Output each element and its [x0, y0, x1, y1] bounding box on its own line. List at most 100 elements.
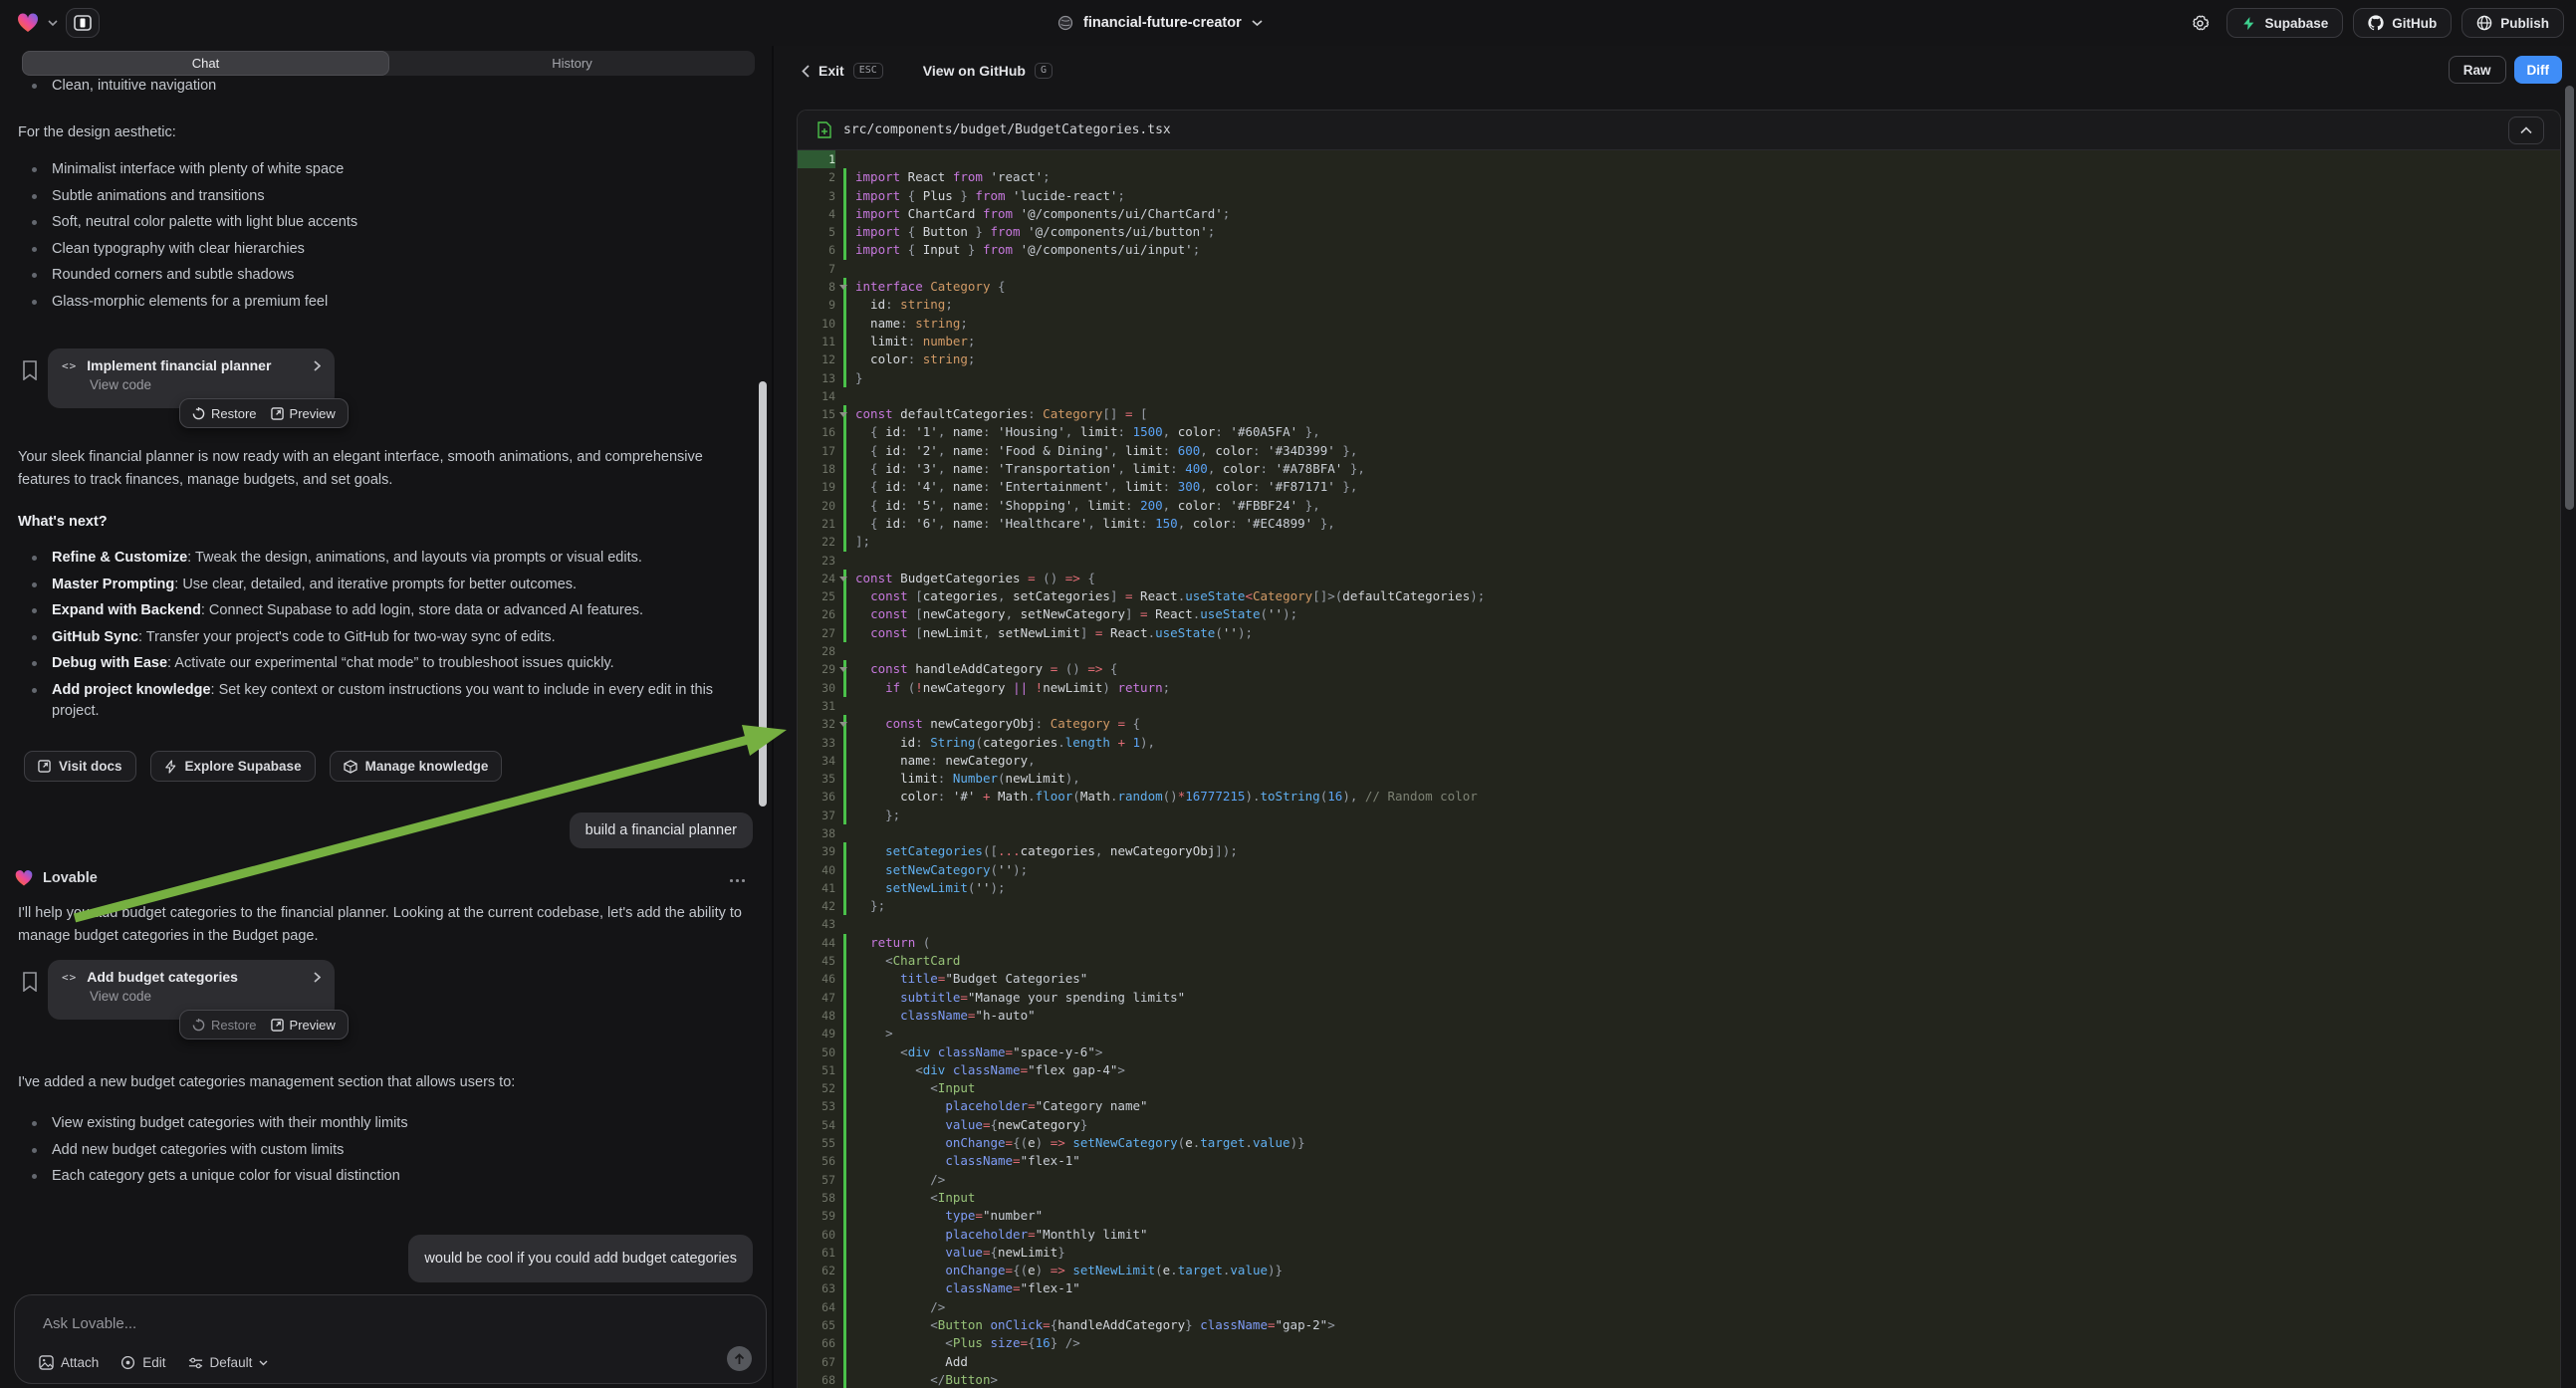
exit-button[interactable]: Exit ESC — [802, 63, 883, 79]
line-number: 43 — [798, 915, 835, 933]
knowledge-box-icon — [344, 760, 357, 774]
line-number: 8 — [798, 278, 835, 296]
code-icon: <> — [62, 359, 77, 372]
toggle-sidebar-button[interactable] — [66, 8, 100, 38]
mode-select[interactable]: Default — [188, 1355, 269, 1370]
code-line: 47 subtitle="Manage your spending limits… — [798, 989, 2560, 1007]
manage-knowledge-button[interactable]: Manage knowledge — [330, 751, 503, 782]
fold-caret-icon[interactable] — [839, 412, 847, 417]
line-number: 32 — [798, 715, 835, 733]
tab-history[interactable]: History — [389, 51, 755, 76]
line-number: 65 — [798, 1316, 835, 1334]
line-number: 14 — [798, 387, 835, 405]
chat-scrollbar[interactable] — [759, 381, 767, 807]
bookmark-icon[interactable] — [22, 360, 38, 380]
publish-button[interactable]: Publish — [2461, 8, 2564, 38]
code-line: 45 <ChartCard — [798, 952, 2560, 970]
g-shortcut-badge: G — [1035, 63, 1053, 79]
line-number: 48 — [798, 1007, 835, 1025]
prompt-input-box[interactable]: Ask Lovable... Attach Edit Default — [14, 1294, 767, 1384]
line-number: 42 — [798, 897, 835, 915]
line-number: 13 — [798, 369, 835, 387]
file-header[interactable]: src/components/budget/BudgetCategories.t… — [798, 111, 2560, 150]
message-menu-button[interactable] — [730, 878, 748, 882]
list-item: Soft, neutral color palette with light b… — [24, 212, 759, 233]
user-message-bubble: build a financial planner — [570, 812, 753, 848]
code-line: 44 return ( — [798, 934, 2560, 952]
tab-chat[interactable]: Chat — [22, 51, 389, 76]
restore-icon — [192, 407, 205, 420]
fold-caret-icon[interactable] — [839, 667, 847, 672]
code-line: 5import { Button } from '@/components/ui… — [798, 223, 2560, 241]
explore-supabase-button[interactable]: Explore Supabase — [150, 751, 316, 782]
code-line: 66 <Plus size={16} /> — [798, 1334, 2560, 1352]
prompt-placeholder: Ask Lovable... — [43, 1315, 136, 1332]
code-line: 63 className="flex-1" — [798, 1279, 2560, 1297]
line-number: 61 — [798, 1244, 835, 1262]
supabase-icon — [2241, 16, 2256, 31]
line-number: 23 — [798, 552, 835, 570]
code-line: 59 type="number" — [798, 1207, 2560, 1225]
restore-button[interactable]: Restore — [192, 406, 257, 421]
line-number: 51 — [798, 1061, 835, 1079]
line-number: 16 — [798, 423, 835, 441]
supabase-button[interactable]: Supabase — [2226, 8, 2343, 38]
list-item: GitHub Sync: Transfer your project's cod… — [24, 627, 759, 648]
preview-button[interactable]: Preview — [271, 406, 336, 421]
code-line: 61 value={newLimit} — [798, 1244, 2560, 1262]
fold-caret-icon[interactable] — [839, 285, 847, 290]
collapse-file-button[interactable] — [2508, 116, 2544, 144]
line-number: 29 — [798, 660, 835, 678]
fold-caret-icon[interactable] — [839, 722, 847, 727]
publish-globe-icon — [2476, 15, 2492, 31]
code-line: 34 name: newCategory, — [798, 752, 2560, 770]
code-line: 54 value={newCategory} — [798, 1116, 2560, 1134]
chevron-right-icon — [314, 360, 321, 371]
line-number: 41 — [798, 879, 835, 897]
view-code-link[interactable]: View code — [48, 373, 335, 392]
list-item: Refine & Customize: Tweak the design, an… — [24, 548, 759, 569]
fold-caret-icon[interactable] — [839, 577, 847, 581]
line-number: 40 — [798, 861, 835, 879]
lovable-logo-icon[interactable] — [16, 11, 40, 35]
line-number: 3 — [798, 187, 835, 205]
edit-button[interactable]: Edit — [120, 1355, 165, 1370]
line-number: 11 — [798, 333, 835, 350]
restore-button[interactable]: Restore — [192, 1018, 257, 1033]
raw-toggle-button[interactable]: Raw — [2449, 56, 2506, 84]
code-line: 41 setNewLimit(''); — [798, 879, 2560, 897]
attach-button[interactable]: Attach — [39, 1355, 99, 1370]
line-number: 30 — [798, 679, 835, 697]
visit-docs-button[interactable]: Visit docs — [24, 751, 136, 782]
publish-button-label: Publish — [2500, 16, 2549, 31]
line-number: 64 — [798, 1298, 835, 1316]
diff-toggle-button[interactable]: Diff — [2514, 56, 2563, 84]
code-line: 40 setNewCategory(''); — [798, 861, 2560, 879]
github-button[interactable]: GitHub — [2353, 8, 2452, 38]
preview-button[interactable]: Preview — [271, 1018, 336, 1033]
file-path: src/components/budget/BudgetCategories.t… — [843, 122, 1171, 137]
line-number: 37 — [798, 807, 835, 824]
code-line: 16 { id: '1', name: 'Housing', limit: 15… — [798, 423, 2560, 441]
code-scrollbar[interactable] — [2565, 86, 2574, 510]
exit-label: Exit — [819, 63, 844, 79]
chevron-down-icon[interactable] — [1252, 20, 1263, 27]
chat-history-tabs: Chat History — [22, 51, 755, 76]
preview-icon — [271, 407, 284, 420]
code-lines[interactable]: 12import React from 'react';3import { Pl… — [798, 150, 2560, 1388]
bookmark-icon[interactable] — [22, 972, 38, 992]
view-code-link[interactable]: View code — [48, 985, 335, 1004]
chevron-down-icon[interactable] — [48, 20, 58, 27]
project-name: financial-future-creator — [1083, 15, 1242, 31]
send-button[interactable] — [727, 1346, 752, 1371]
code-line: 17 { id: '2', name: 'Food & Dining', lim… — [798, 442, 2560, 460]
settings-button[interactable] — [2183, 8, 2217, 38]
project-switcher[interactable]: financial-future-creator — [1057, 0, 1263, 46]
code-line: 33 id: String(categories.length + 1), — [798, 734, 2560, 752]
chevron-right-icon — [314, 972, 321, 983]
line-number: 35 — [798, 770, 835, 788]
line-number: 68 — [798, 1371, 835, 1388]
view-on-github-button[interactable]: View on GitHub G — [923, 63, 1053, 79]
line-number: 50 — [798, 1043, 835, 1061]
line-number: 54 — [798, 1116, 835, 1134]
